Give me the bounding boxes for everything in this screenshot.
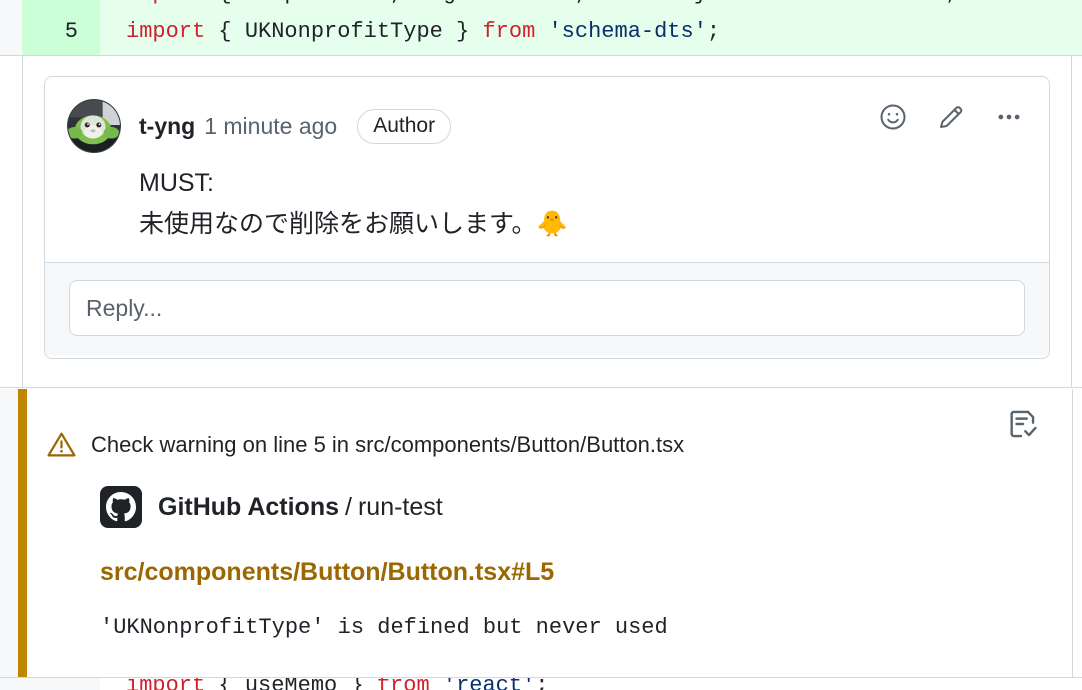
smiley-icon[interactable] (875, 99, 911, 135)
annotation-accent-bar (18, 389, 27, 678)
comment-line-2: 未使用なので削除をお願いします。🐥 (139, 204, 1027, 245)
gutter-spacer-5 (0, 8, 22, 55)
comment-line-1: MUST: (139, 169, 214, 197)
diff-line-5[interactable]: 5 import { UKNonprofitType } from 'schem… (0, 8, 1082, 55)
check-tool-row[interactable]: GitHub Actions / run-test (100, 486, 1070, 528)
tool-separator: / (345, 492, 352, 521)
gutter-spacer-bottom (0, 678, 22, 690)
avatar[interactable] (67, 99, 121, 153)
reply-input[interactable]: Reply... (69, 280, 1025, 336)
pull-request-diff-view: import { Corporation, Organization, Pers… (0, 0, 1082, 690)
reply-zone: Reply... (45, 262, 1049, 355)
github-mark-icon (100, 486, 142, 528)
review-comment-inner: t-yng 1 minute ago Author MUST: 未使用なので削除… (22, 56, 1072, 387)
review-thread-card: t-yng 1 minute ago Author MUST: 未使用なので削除… (44, 76, 1050, 359)
check-tool-name: GitHub Actions / run-test (158, 493, 443, 522)
annotation-content: Check warning on line 5 in src/component… (46, 389, 1070, 678)
annotation-file-link[interactable]: src/components/Button/Button.tsx#L5 (100, 558, 1070, 587)
diff-line-clipped-bottom: import { useMemo } from 'react'; (0, 678, 1082, 690)
token-from-keyword: from (482, 18, 536, 44)
kebab-menu-icon[interactable] (991, 99, 1027, 135)
check-annotation: Check warning on line 5 in src/component… (0, 389, 1082, 678)
author-badge: Author (357, 108, 452, 144)
warning-text: Check warning on line 5 in src/component… (91, 431, 685, 457)
warning-row: Check warning on line 5 in src/component… (46, 389, 1070, 460)
annotation-right-border (1072, 389, 1073, 678)
token-import-keyword: import (126, 18, 206, 44)
checklist-check-icon[interactable] (1006, 407, 1040, 441)
gutter-spacer (0, 0, 22, 8)
diff-line-clipped-top: import { Corporation, Organization, Pers… (0, 0, 1082, 8)
line-number-5[interactable]: 5 (22, 8, 100, 55)
comment-action-bar (875, 99, 1027, 135)
chick-emoji: 🐥 (536, 209, 568, 238)
tool-job-text: run-test (357, 492, 443, 521)
code-content-line-5: import { UKNonprofitType } from 'schema-… (126, 18, 721, 44)
annotation-message: 'UKNonprofitType' is defined but never u… (100, 615, 668, 640)
comment-author[interactable]: t-yng (139, 113, 195, 140)
code-content-bottom: import { useMemo } from 'react'; (100, 678, 1082, 690)
review-comment: t-yng 1 minute ago Author MUST: 未使用なので削除… (45, 77, 1049, 262)
comment-body: MUST: 未使用なので削除をお願いします。🐥 (67, 163, 1027, 244)
tool-name-text: GitHub Actions (158, 492, 340, 521)
review-comment-region: t-yng 1 minute ago Author MUST: 未使用なので削除… (0, 55, 1082, 388)
reply-placeholder: Reply... (86, 294, 163, 321)
pencil-icon[interactable] (933, 99, 969, 135)
alert-triangle-icon (46, 429, 77, 460)
line-number-gutter-bottom (22, 678, 100, 690)
comment-line-2-text: 未使用なので削除をお願いします。 (139, 209, 537, 238)
comment-timestamp[interactable]: 1 minute ago (204, 113, 337, 140)
line-number-gutter (22, 0, 100, 8)
code-content-top: import { Corporation, Organization, Pers… (100, 0, 1082, 8)
token-module-string: 'schema-dts' (548, 18, 707, 44)
token-import-binding: { UKNonprofitType } (205, 18, 483, 44)
